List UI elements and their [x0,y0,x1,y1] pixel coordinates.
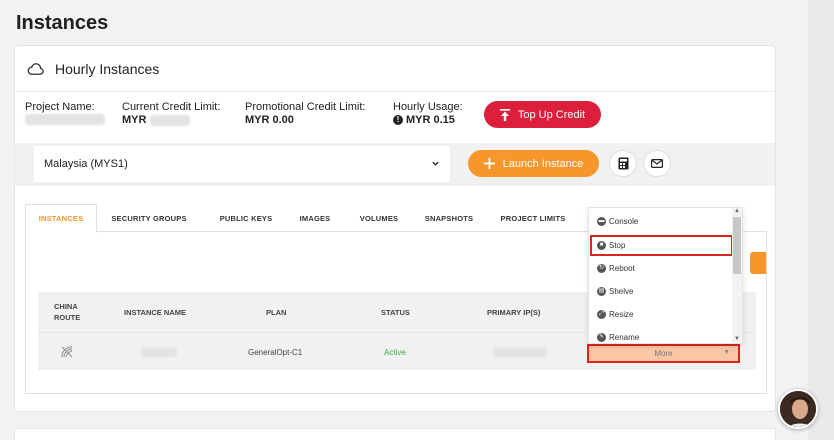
card-header: Hourly Instances [15,46,775,92]
route-off-icon[interactable] [60,345,74,359]
rename-icon: ✎ [597,333,606,342]
redacted-credit-value [149,114,190,126]
header-plan: PLAN [266,307,287,317]
tab-security-groups[interactable]: SECURITY GROUPS [109,204,189,232]
more-actions-button[interactable]: More ▼ [587,344,740,363]
credit-limit-label: Current Credit Limit: [122,101,221,113]
plus-icon [483,158,495,169]
hourly-usage-stat: Hourly Usage: ! MYR 0.15 [393,101,463,126]
redacted-project-name [25,114,105,125]
header-primary-ip: PRIMARY IP(S) [487,307,541,317]
top-up-credit-button[interactable]: Top Up Credit [484,101,601,128]
stop-label: Stop [609,241,626,250]
tab-project-limits[interactable]: PROJECT LIMITS [497,204,569,232]
tab-snapshots[interactable]: SNAPSHOTS [420,204,478,232]
region-select[interactable]: Malaysia (MYS1) [33,145,451,183]
menu-item-resize[interactable]: ⤢ Resize [597,310,633,319]
upload-icon [499,108,510,121]
tab-public-keys[interactable]: PUBLIC KEYS [215,204,277,232]
promo-credit-value: MYR 0.00 [245,114,294,126]
reboot-label: Reboot [609,264,635,273]
scroll-thumb[interactable] [733,217,741,274]
menu-item-stop[interactable]: ■ Stop [597,241,625,250]
chevron-down-icon [432,161,439,166]
orange-side-button[interactable] [750,252,766,274]
lower-card [14,428,776,440]
promo-credit-label: Promotional Credit Limit: [245,101,366,113]
region-bar: Malaysia (MYS1) Launch Instance [15,143,775,186]
menu-item-shelve[interactable]: ▤ Shelve [597,287,633,296]
calculator-icon [618,157,628,170]
support-avatar[interactable] [778,389,818,429]
rename-label: Rename [609,333,640,342]
console-label: Console [609,217,639,226]
cloud-icon [27,62,44,75]
calculator-button[interactable] [609,150,637,177]
stop-icon: ■ [597,241,606,250]
tab-instances[interactable]: INSTANCES [25,204,97,233]
scroll-down-arrow[interactable]: ▼ [733,336,741,342]
tab-images[interactable]: IMAGES [295,204,335,232]
resize-label: Resize [609,310,634,319]
card-title: Hourly Instances [55,60,160,77]
page-title: Instances [16,12,109,34]
header-china-route: CHINA ROUTE [54,302,81,322]
credit-limit-stat: Current Credit Limit: MYR [122,101,220,126]
hourly-usage-value: MYR 0.15 [406,114,455,126]
resize-icon: ⤢ [597,310,606,319]
hourly-usage-label: Hourly Usage: [393,101,463,113]
redacted-instance-name [141,347,177,357]
menu-item-rename[interactable]: ✎ Rename [597,333,639,342]
info-icon[interactable]: ! [393,115,403,125]
launch-instance-button[interactable]: Launch Instance [468,150,599,177]
shelve-label: Shelve [609,287,634,296]
plan-cell: GeneralOpt-C1 [248,347,303,357]
redacted-primary-ip [493,347,547,357]
tab-volumes[interactable]: VOLUMES [355,204,403,232]
scroll-up-arrow[interactable]: ▲ [733,208,741,214]
top-up-label: Top Up Credit [517,108,586,121]
dropdown-scrollbar[interactable]: ▲ ▼ [732,208,742,343]
project-name-stat: Project Name: [25,101,105,125]
header-status: STATUS [381,307,410,317]
right-scrollbar-strip[interactable] [808,0,834,440]
console-icon: ▬ [597,217,606,226]
actions-dropdown-menu: ▬ Console ■ Stop ↻ Reboot ▤ Shelve ⤢ Resize ✎… [588,207,743,344]
promo-credit-stat: Promotional Credit Limit: MYR 0.00 [245,101,365,126]
reboot-icon: ↻ [597,264,606,273]
credit-limit-currency: MYR [122,114,147,126]
envelope-icon [651,159,663,168]
shelve-icon: ▤ [597,287,606,296]
menu-item-console[interactable]: ▬ Console [597,217,638,226]
menu-item-reboot[interactable]: ↻ Reboot [597,264,635,273]
launch-label: Launch Instance [502,157,584,170]
status-cell: Active [384,347,406,357]
caret-down-icon: ▼ [723,349,730,356]
header-instance-name: INSTANCE NAME [124,307,186,317]
project-name-label: Project Name: [25,101,95,113]
more-label: More [654,349,673,358]
region-selected-value: Malaysia (MYS1) [44,158,128,170]
email-button[interactable] [643,150,671,177]
stats-row: Project Name: Current Credit Limit: MYR … [25,101,765,133]
